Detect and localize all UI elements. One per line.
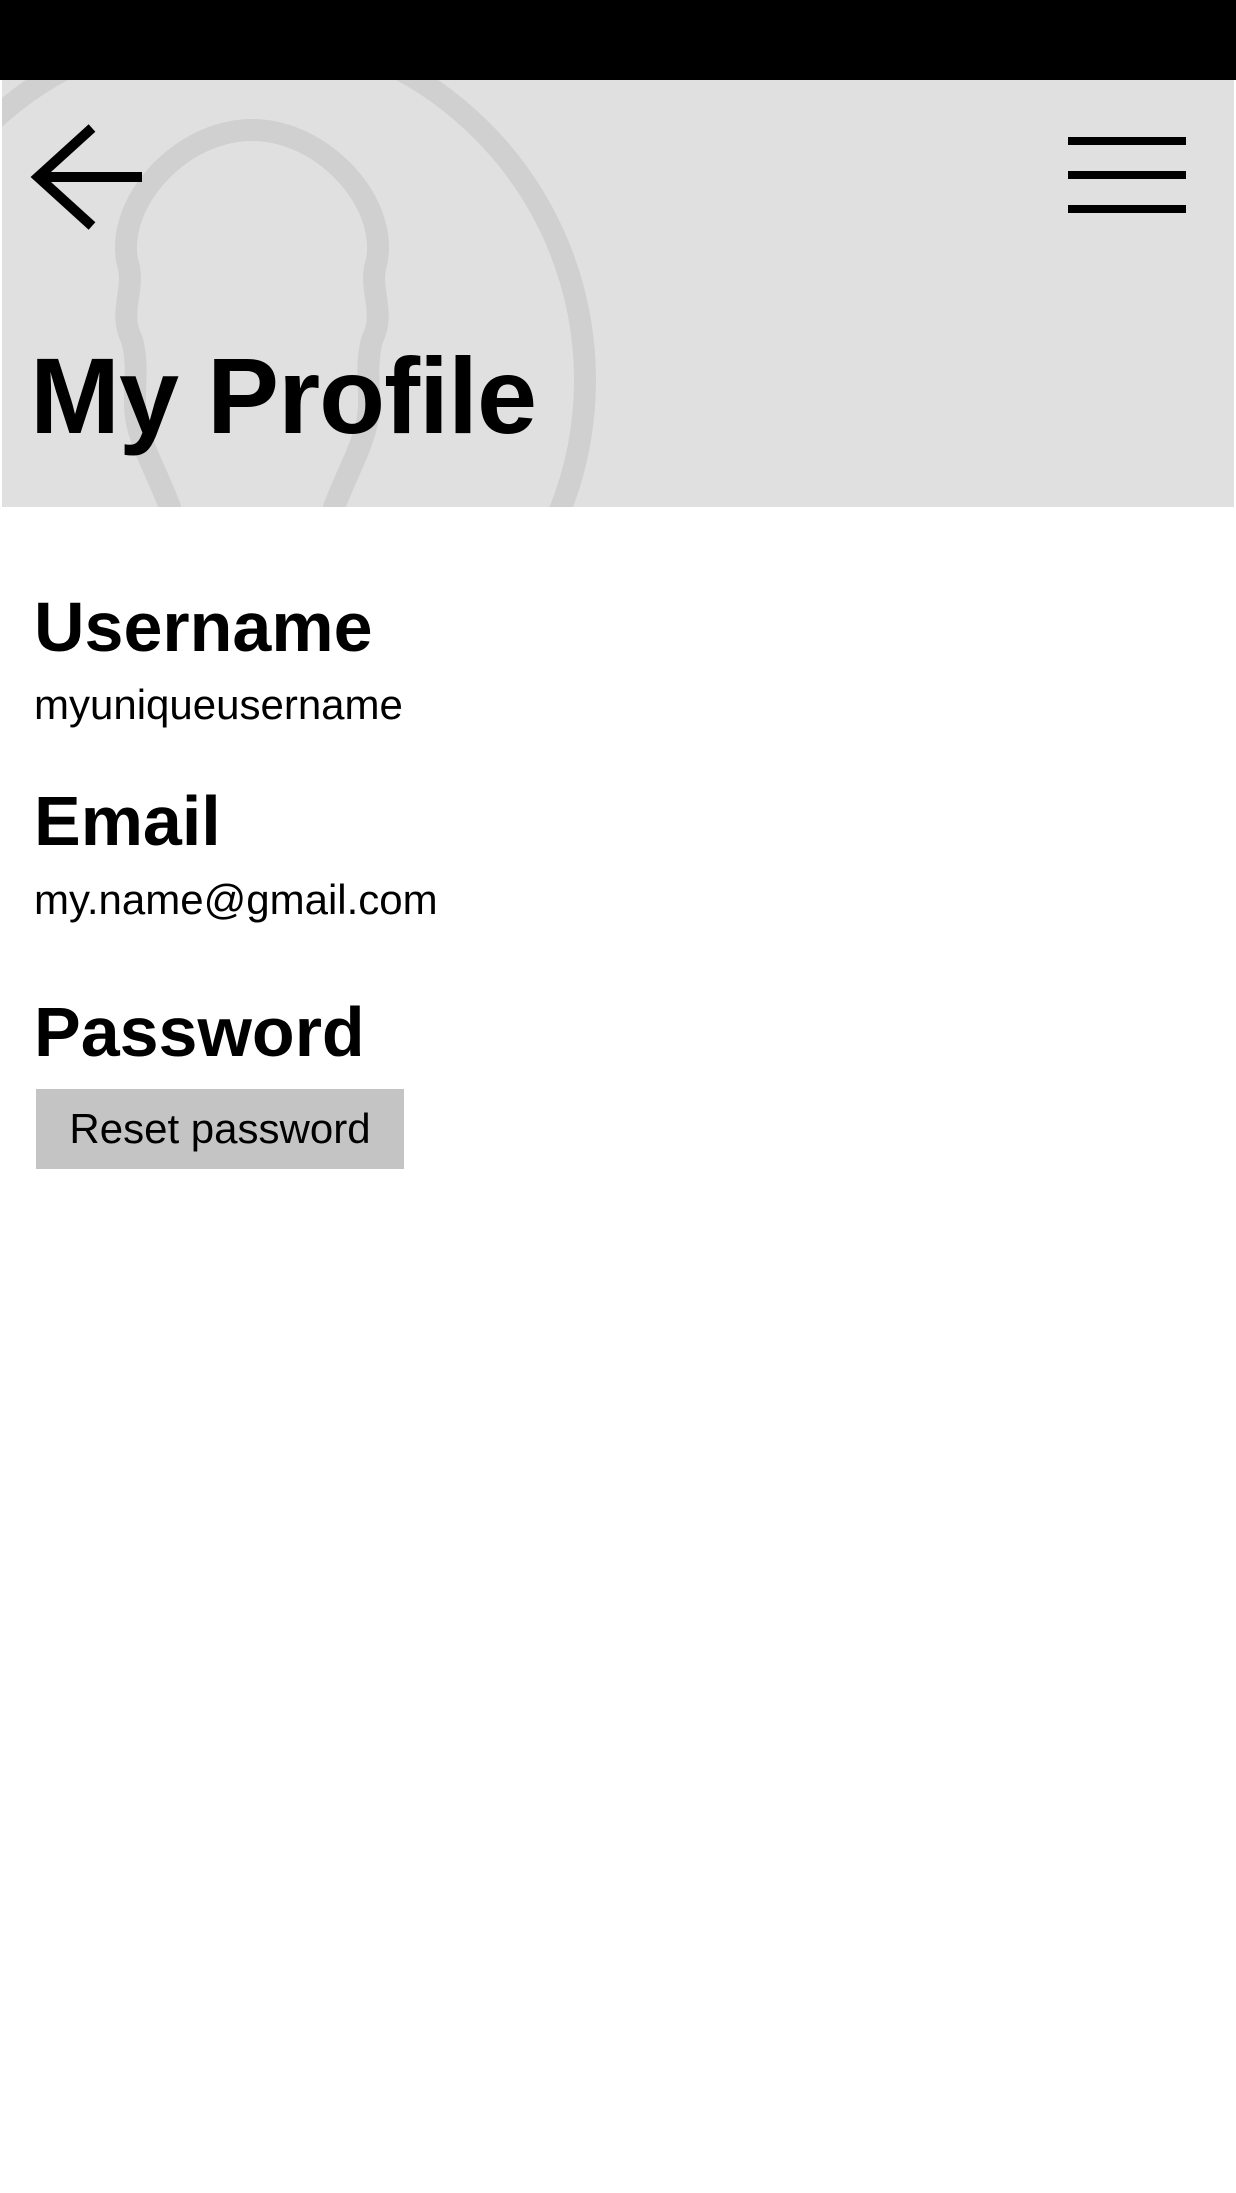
email-label: Email bbox=[34, 782, 221, 860]
back-button[interactable] bbox=[30, 122, 148, 232]
username-label: Username bbox=[34, 588, 373, 666]
password-label: Password bbox=[34, 993, 365, 1071]
email-value: my.name@gmail.com bbox=[34, 876, 438, 923]
page-title: My Profile bbox=[30, 335, 537, 456]
profile-screen: My Profile Username myuniqueusername Ema… bbox=[0, 0, 1236, 2193]
menu-button[interactable] bbox=[1068, 135, 1190, 215]
reset-password-button[interactable]: Reset password bbox=[36, 1089, 404, 1169]
profile-header: My Profile bbox=[2, 80, 1234, 507]
hamburger-menu-icon bbox=[1068, 137, 1186, 213]
arrow-left-icon bbox=[30, 124, 142, 230]
username-value: myuniqueusername bbox=[34, 681, 403, 728]
status-bar bbox=[0, 0, 1236, 80]
